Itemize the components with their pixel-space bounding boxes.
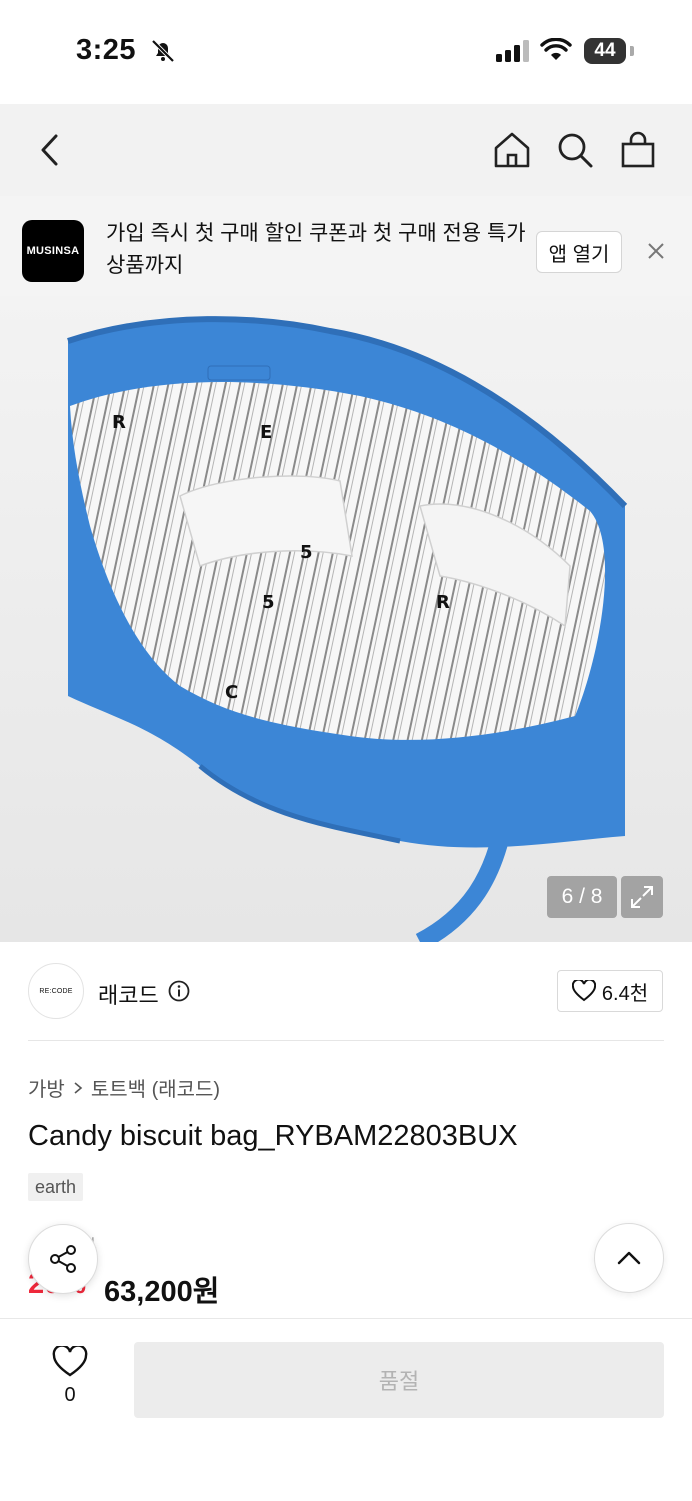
expand-icon: [631, 886, 653, 908]
brand-logo[interactable]: RE:CODE: [28, 963, 84, 1019]
cart-button[interactable]: [614, 126, 662, 174]
status-time: 3:25: [76, 34, 137, 66]
battery-indicator: 44: [584, 38, 626, 64]
top-nav-bar: [0, 104, 692, 197]
scroll-to-top-button[interactable]: [594, 1223, 664, 1293]
wishlist-button[interactable]: 0: [40, 1346, 100, 1410]
back-button[interactable]: [26, 126, 74, 174]
svg-text:R: R: [436, 592, 450, 613]
sale-price: 63,200원: [104, 1276, 220, 1308]
cellular-signal-icon: [496, 40, 530, 67]
shopping-bag-icon: [621, 131, 655, 168]
wishlist-count: 0: [64, 1384, 76, 1406]
share-icon: [50, 1245, 76, 1273]
product-image[interactable]: R E 5 R 5 C: [0, 296, 692, 942]
svg-text:5: 5: [300, 542, 313, 563]
wifi-icon: [540, 37, 572, 67]
divider: [28, 1040, 664, 1041]
breadcrumb: 가방 토트백 (래코드): [28, 1073, 220, 1102]
open-app-button[interactable]: 앱 열기: [536, 231, 622, 273]
chevron-up-icon: [617, 1251, 641, 1265]
expand-image-button[interactable]: [621, 876, 663, 918]
close-banner-button[interactable]: [644, 239, 668, 263]
breadcrumb-category[interactable]: 가방: [28, 1073, 65, 1102]
brand-logo-text: RE:CODE: [39, 987, 73, 995]
image-counter: 6 / 8: [547, 876, 617, 918]
svg-text:E: E: [260, 422, 272, 443]
heart-icon: [571, 980, 596, 1002]
brand-info-button[interactable]: [168, 980, 190, 1002]
search-icon: [558, 133, 593, 168]
product-tag[interactable]: earth: [28, 1173, 84, 1201]
heart-icon: [52, 1346, 88, 1377]
breadcrumb-subcategory[interactable]: 토트백 (래코드): [91, 1073, 220, 1102]
chevron-right-icon: [74, 1081, 83, 1094]
banner-message: 가입 즉시 첫 구매 할인 쿠폰과 첫 구매 전용 특가 상품까지: [106, 222, 526, 277]
home-button[interactable]: [488, 126, 536, 174]
svg-text:5: 5: [262, 592, 275, 613]
share-button[interactable]: [28, 1224, 98, 1294]
search-button[interactable]: [551, 126, 599, 174]
home-icon: [494, 132, 530, 168]
musinsa-logo: MUSINSA: [22, 220, 84, 282]
svg-text:C: C: [225, 682, 238, 703]
brand-like-count: 6.4천: [601, 982, 649, 1005]
battery-tip: [630, 46, 634, 56]
back-icon: [41, 134, 58, 166]
close-icon: [648, 243, 664, 259]
bell-muted-icon: [150, 38, 176, 69]
sold-out-button[interactable]: 품절: [134, 1342, 664, 1418]
info-icon: [168, 980, 190, 1002]
brand-name[interactable]: 래코드: [98, 978, 159, 1010]
product-title: Candy biscuit bag_RYBAM22803BUX: [28, 1120, 518, 1152]
svg-text:R: R: [112, 412, 126, 433]
brand-like-button[interactable]: 6.4천: [557, 970, 663, 1012]
